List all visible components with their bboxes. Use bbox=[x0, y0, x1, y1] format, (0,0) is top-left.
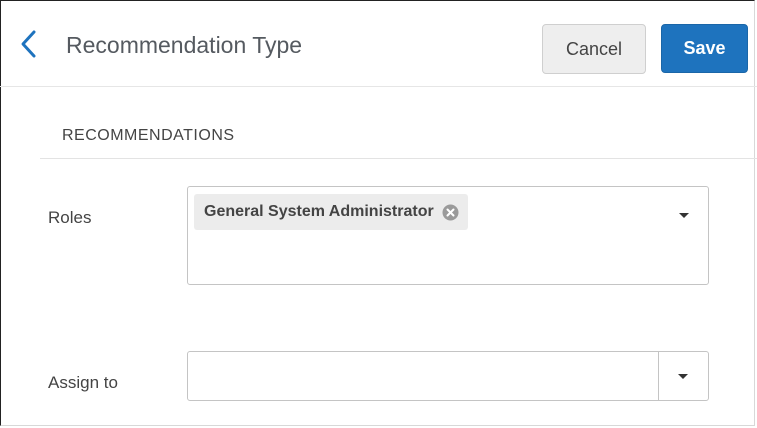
clear-circle-icon[interactable] bbox=[442, 204, 459, 221]
caret-down-icon bbox=[678, 374, 688, 379]
role-chip-label: General System Administrator bbox=[204, 203, 434, 220]
page-header: Recommendation Type Cancel Save bbox=[0, 0, 757, 87]
assign-to-select[interactable] bbox=[187, 351, 709, 401]
roles-multiselect[interactable]: General System Administrator bbox=[187, 186, 709, 285]
cancel-button[interactable]: Cancel bbox=[542, 24, 646, 74]
chevron-left-icon[interactable] bbox=[18, 28, 40, 60]
assign-to-input[interactable] bbox=[188, 352, 658, 400]
assign-to-dropdown-button[interactable] bbox=[659, 352, 708, 400]
section-title: RECOMMENDATIONS bbox=[62, 127, 235, 144]
caret-down-icon[interactable] bbox=[679, 213, 689, 218]
role-chip: General System Administrator bbox=[194, 194, 468, 230]
assign-to-label: Assign to bbox=[48, 373, 118, 392]
roles-label: Roles bbox=[48, 208, 92, 227]
save-button[interactable]: Save bbox=[661, 24, 748, 73]
section-divider bbox=[40, 158, 757, 159]
page-title: Recommendation Type bbox=[66, 32, 303, 58]
